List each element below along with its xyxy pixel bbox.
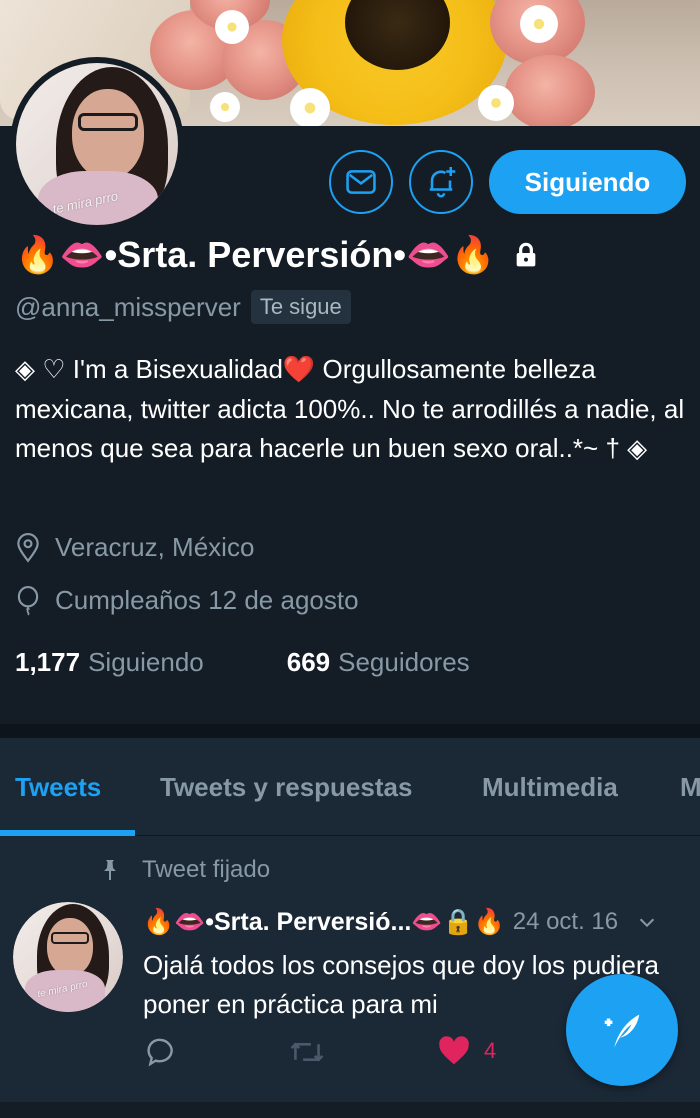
banner-daisy bbox=[520, 5, 558, 43]
birthday-row: Cumpleaños 12 de agosto bbox=[15, 585, 359, 616]
profile-tabs: Tweets Tweets y respuestas Multimedia M bbox=[0, 738, 700, 836]
retweet-button[interactable] bbox=[289, 1036, 325, 1068]
pinned-label-row: Tweet fijado bbox=[100, 856, 270, 884]
follow-stats: 1,177 Siguiendo 669 Seguidores bbox=[15, 647, 470, 678]
tab-more[interactable]: M bbox=[680, 738, 700, 836]
compose-feather-icon bbox=[604, 1014, 640, 1048]
like-count: 4 bbox=[484, 1038, 497, 1063]
profile-location: Veracruz, México bbox=[55, 532, 255, 562]
profile-handle: @anna_missperver bbox=[15, 291, 241, 322]
location-row: Veracruz, México bbox=[15, 532, 254, 563]
pin-icon bbox=[104, 860, 116, 880]
balloon-icon bbox=[17, 585, 39, 616]
following-button[interactable]: Siguiendo bbox=[489, 150, 686, 214]
handle-row: @anna_missperver Te sigue bbox=[15, 290, 351, 324]
profile-avatar[interactable]: te mira prro bbox=[10, 57, 184, 231]
retweet-icon bbox=[290, 1042, 324, 1062]
tweet-author-avatar[interactable]: te mira prro bbox=[13, 902, 123, 1012]
following-stat[interactable]: 1,177 Siguiendo bbox=[15, 647, 204, 678]
glasses-icon bbox=[78, 113, 138, 131]
tweet-header: 🔥👄•Srta. Perversió...👄🔒🔥 24 oct. 16 bbox=[143, 902, 688, 942]
display-name-row: 🔥👄 •Srta. Perversión• 👄🔥 bbox=[15, 234, 542, 276]
tweet-date[interactable]: 24 oct. 16 bbox=[513, 908, 618, 936]
follows-you-badge: Te sigue bbox=[250, 290, 351, 324]
profile-birthday: Cumpleaños 12 de agosto bbox=[55, 585, 359, 615]
heart-icon bbox=[439, 1036, 469, 1065]
reply-button[interactable] bbox=[145, 1036, 177, 1068]
banner-daisy bbox=[290, 88, 330, 126]
tab-media[interactable]: Multimedia bbox=[482, 738, 618, 836]
profile-bio: ◈ ♡ I'm a Bisexualidad❤️ Orgullosamente … bbox=[15, 354, 685, 463]
lock-icon bbox=[516, 242, 535, 267]
banner-daisy bbox=[478, 85, 514, 121]
profile-screen: te mira prro Siguiendo 🔥👄 •Srta. Pervers… bbox=[0, 0, 700, 1118]
compose-tweet-button[interactable] bbox=[566, 974, 678, 1086]
name-suffix-emoji: 👄🔥 bbox=[406, 235, 496, 276]
glasses-icon bbox=[51, 932, 89, 944]
following-label: Siguiendo bbox=[88, 647, 204, 677]
followers-stat[interactable]: 669 Seguidores bbox=[287, 647, 470, 678]
banner-daisy bbox=[210, 92, 240, 122]
like-button[interactable]: 4 bbox=[438, 1036, 496, 1066]
notifications-button[interactable] bbox=[409, 150, 473, 214]
name-prefix-emoji: 🔥👄 bbox=[15, 235, 105, 276]
section-divider bbox=[0, 724, 700, 738]
envelope-icon bbox=[346, 170, 376, 194]
pinned-label: Tweet fijado bbox=[142, 856, 271, 883]
bell-plus-icon bbox=[429, 167, 456, 198]
message-button[interactable] bbox=[329, 150, 393, 214]
reply-icon bbox=[147, 1038, 173, 1067]
chevron-down-icon[interactable] bbox=[636, 911, 658, 933]
tab-tweets-and-replies[interactable]: Tweets y respuestas bbox=[160, 738, 412, 836]
location-pin-icon bbox=[17, 532, 39, 563]
followers-label: Seguidores bbox=[338, 647, 470, 677]
tweet-author-name[interactable]: 🔥👄•Srta. Perversió...👄🔒🔥 bbox=[143, 908, 505, 937]
followers-count: 669 bbox=[286, 647, 331, 677]
bottom-strip bbox=[0, 1102, 700, 1118]
following-count: 1,177 bbox=[15, 647, 81, 677]
banner-daisy bbox=[215, 10, 249, 44]
display-name: •Srta. Perversión• bbox=[104, 234, 406, 275]
tab-tweets[interactable]: Tweets bbox=[15, 738, 101, 836]
banner-rose bbox=[505, 55, 595, 126]
